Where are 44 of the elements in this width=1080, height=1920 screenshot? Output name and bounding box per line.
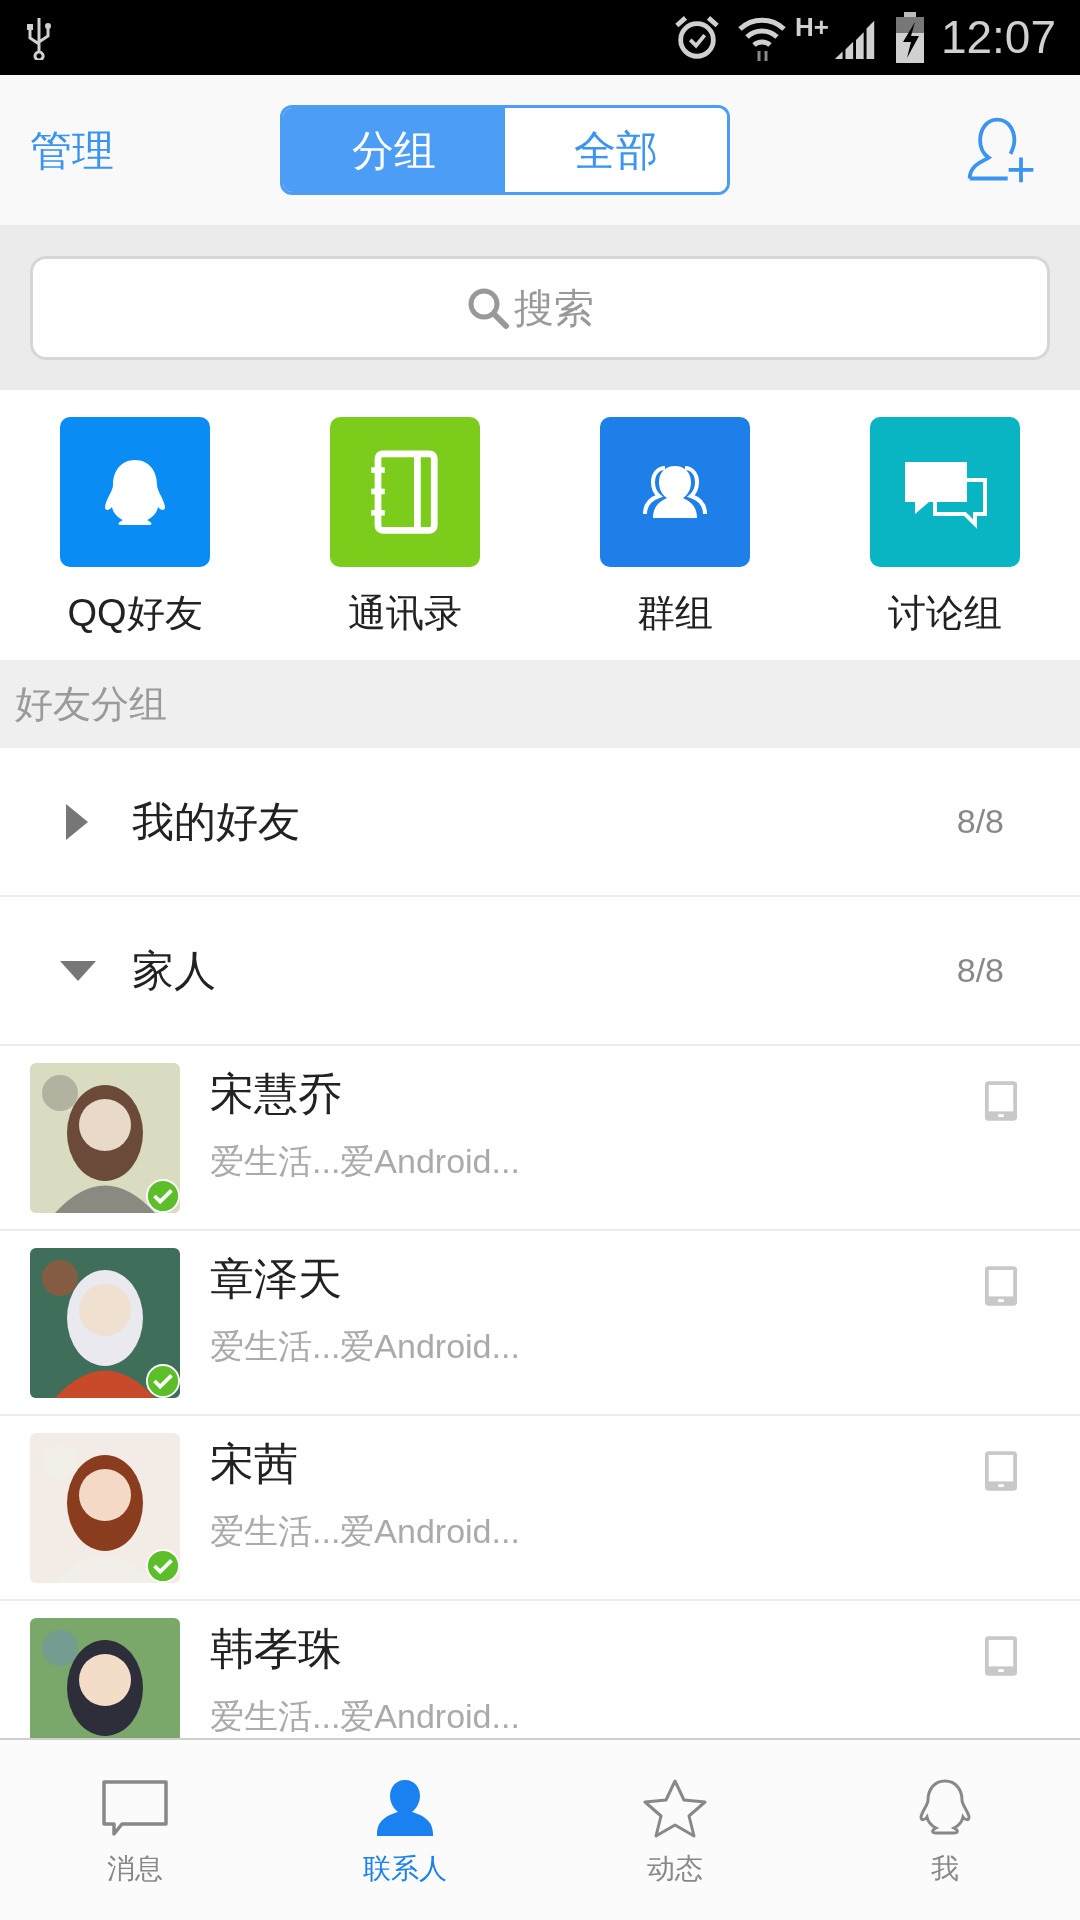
phone-icon	[984, 1449, 1018, 1493]
shortcut-tile[interactable]	[870, 417, 1020, 567]
segment-tab[interactable]: 分组	[283, 108, 505, 192]
nav-tab[interactable]: 动态	[540, 1740, 810, 1920]
group-count: 8/8	[956, 950, 1004, 991]
battery-icon	[894, 11, 925, 64]
nav-tab[interactable]: 消息	[0, 1740, 270, 1920]
search-field[interactable]: 搜索	[514, 277, 614, 338]
group-name: 家人	[132, 946, 217, 996]
phone-icon	[984, 1264, 1018, 1308]
contact-row[interactable]: 章泽天 爱生活...爱Android...	[0, 1231, 1080, 1416]
alarm-icon	[672, 13, 721, 62]
phone-icon	[984, 1634, 1018, 1678]
contact-status: 爱生活...爱Android...	[210, 1326, 520, 1368]
message-icon	[100, 1778, 170, 1838]
shortcut-label: 讨论组	[888, 591, 1002, 636]
group-row[interactable]: 我的好友 8/8	[0, 748, 1080, 897]
contact-row[interactable]: 宋慧乔 爱生活...爱Android...	[0, 1046, 1080, 1231]
group-count: 8/8	[956, 801, 1004, 842]
usb-icon	[24, 15, 54, 60]
contact-status: 爱生活...爱Android...	[210, 1696, 520, 1738]
nav-tab[interactable]: 联系人	[270, 1740, 540, 1920]
group-name: 我的好友	[132, 797, 301, 847]
group-row[interactable]: 家人 8/8	[0, 897, 1080, 1046]
nav-tab[interactable]: 我	[810, 1740, 1080, 1920]
section-header: 好友分组	[0, 660, 1080, 748]
clock: 12:07	[940, 10, 1056, 65]
network-type: H+	[794, 11, 829, 44]
shortcut-label: QQ好友	[67, 591, 203, 636]
contact-status: 爱生活...爱Android...	[210, 1511, 520, 1553]
contact-name: 宋茜	[210, 1438, 298, 1490]
shortcut-tile[interactable]	[330, 417, 480, 567]
shortcut-label: 群组	[637, 591, 713, 636]
shortcut-label: 通讯录	[348, 591, 462, 636]
manage-button[interactable]: 管理	[30, 118, 280, 182]
contact-name: 宋慧乔	[210, 1068, 342, 1120]
segment-tab[interactable]: 全部	[505, 108, 727, 192]
contact-status: 爱生活...爱Android...	[210, 1141, 520, 1183]
contact-name: 韩孝珠	[210, 1623, 342, 1675]
shortcut-tile[interactable]	[600, 417, 750, 567]
contact-name: 章泽天	[210, 1253, 342, 1305]
phone-icon	[984, 1079, 1018, 1123]
shortcut-tile[interactable]	[60, 417, 210, 567]
contact-row[interactable]: 宋茜 爱生活...爱Android...	[0, 1416, 1080, 1601]
